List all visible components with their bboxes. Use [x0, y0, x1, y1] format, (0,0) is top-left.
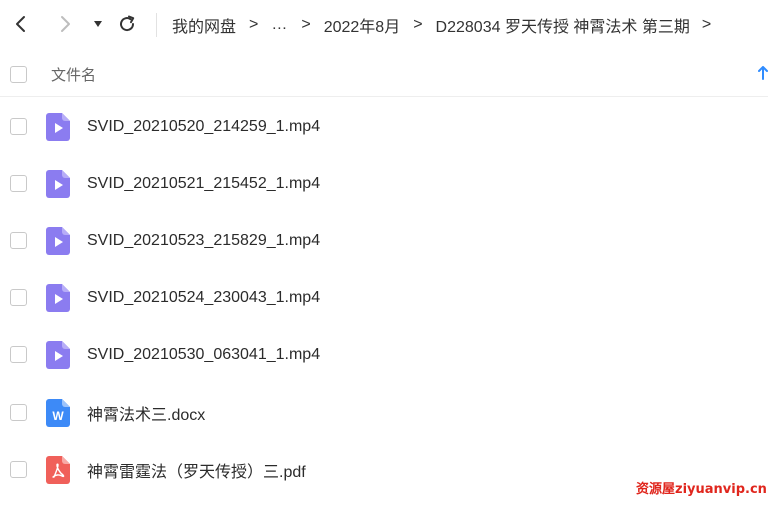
video-file-icon — [46, 340, 70, 369]
file-row[interactable]: W 神霄法术三.docx — [0, 384, 768, 441]
file-name[interactable]: SVID_20210521_215452_1.mp4 — [87, 175, 320, 193]
file-checkbox[interactable] — [10, 461, 27, 478]
file-name[interactable]: SVID_20210530_063041_1.mp4 — [87, 346, 320, 364]
breadcrumb-item-ellipsis[interactable]: … — [271, 16, 287, 34]
video-file-icon — [46, 226, 70, 255]
breadcrumb-item-my-drive[interactable]: 我的网盘 — [172, 13, 236, 37]
history-dropdown-button[interactable] — [87, 12, 109, 36]
chevron-left-icon — [16, 16, 25, 32]
list-header: 文件名 — [0, 52, 768, 97]
column-header-filename[interactable]: 文件名 — [51, 64, 96, 85]
file-row[interactable]: SVID_20210523_215829_1.mp4 — [0, 212, 768, 269]
sort-arrow-up-icon[interactable] — [758, 66, 768, 80]
chevron-right-icon — [61, 16, 70, 32]
file-checkbox[interactable] — [10, 175, 27, 192]
toolbar: 我的网盘 > … > 2022年8月 > D228034 罗天传授 神霄法术 第… — [0, 0, 768, 50]
refresh-icon — [120, 15, 135, 32]
toolbar-divider — [156, 13, 157, 37]
file-row[interactable]: SVID_20210521_215452_1.mp4 — [0, 155, 768, 212]
breadcrumb-item-2022-august[interactable]: 2022年8月 — [324, 13, 401, 37]
file-name[interactable]: SVID_20210520_214259_1.mp4 — [87, 118, 320, 136]
file-name[interactable]: SVID_20210523_215829_1.mp4 — [87, 232, 320, 250]
file-checkbox[interactable] — [10, 289, 27, 306]
file-name[interactable]: SVID_20210524_230043_1.mp4 — [87, 289, 320, 307]
file-name[interactable]: 神霄雷霆法（罗天传授）三.pdf — [87, 458, 306, 482]
back-button[interactable] — [9, 12, 33, 36]
video-file-icon — [46, 112, 70, 141]
breadcrumb: 我的网盘 > … > 2022年8月 > D228034 罗天传授 神霄法术 第… — [172, 0, 724, 50]
breadcrumb-separator: > — [701, 16, 712, 33]
pdf-file-icon — [46, 455, 70, 484]
file-checkbox[interactable] — [10, 346, 27, 363]
file-row[interactable]: SVID_20210530_063041_1.mp4 — [0, 326, 768, 383]
breadcrumb-item-current-folder[interactable]: D228034 罗天传授 神霄法术 第三期 — [436, 13, 690, 37]
breadcrumb-separator: > — [413, 16, 423, 33]
video-file-icon — [46, 169, 70, 198]
refresh-button[interactable] — [115, 12, 139, 36]
watermark: 资源屋ziyuanvip.cn — [636, 482, 767, 497]
word-icon-letter: W — [52, 409, 64, 423]
breadcrumb-separator: > — [249, 16, 259, 33]
file-name[interactable]: 神霄法术三.docx — [87, 401, 205, 425]
caret-down-icon — [94, 21, 102, 27]
select-all-checkbox[interactable] — [10, 65, 27, 83]
word-file-icon: W — [46, 398, 70, 427]
video-file-icon — [46, 283, 70, 312]
file-checkbox[interactable] — [10, 118, 27, 135]
file-row[interactable]: SVID_20210524_230043_1.mp4 — [0, 269, 768, 326]
forward-button[interactable] — [53, 12, 77, 36]
breadcrumb-separator: > — [301, 16, 311, 33]
file-checkbox[interactable] — [10, 232, 27, 249]
file-checkbox[interactable] — [10, 404, 27, 421]
file-row[interactable]: SVID_20210520_214259_1.mp4 — [0, 98, 768, 155]
